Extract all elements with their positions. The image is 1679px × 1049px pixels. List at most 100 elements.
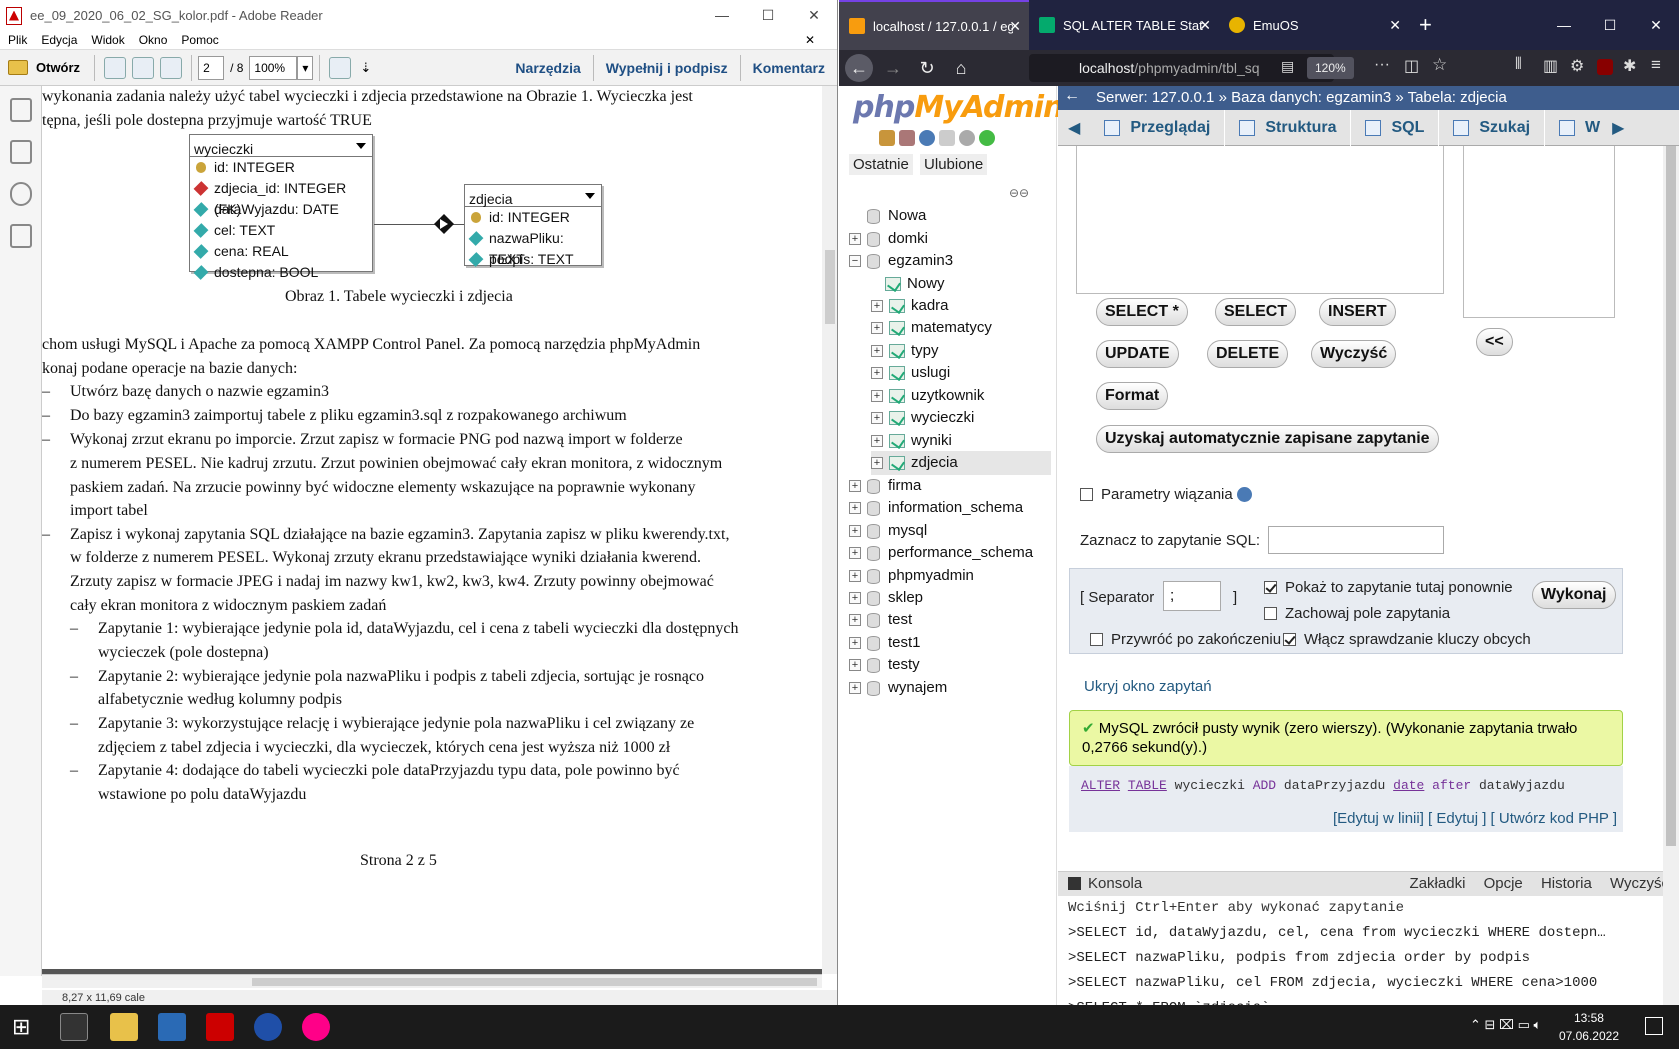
help-icon[interactable] <box>919 130 935 146</box>
attachments-icon[interactable] <box>10 182 32 206</box>
tree-db-domki[interactable]: + domki <box>849 227 928 251</box>
print-icon[interactable] <box>132 56 155 79</box>
xampp-icon[interactable] <box>302 1013 330 1041</box>
file-explorer-icon[interactable] <box>110 1013 138 1041</box>
console-entry[interactable]: >SELECT nazwaPliku, podpis from zdjecia … <box>1058 946 1679 971</box>
tab-close-icon[interactable]: ✕ <box>1009 18 1021 35</box>
go-button[interactable]: Wykonaj <box>1532 581 1616 609</box>
tree-db[interactable]: + testy <box>849 653 920 677</box>
terminal-icon[interactable] <box>60 1013 88 1041</box>
delete-button[interactable]: DELETE <box>1207 340 1289 368</box>
tree-db[interactable]: + sklep <box>849 586 923 610</box>
zoom-select[interactable]: 100% <box>249 55 298 80</box>
tree-db[interactable]: + firma <box>849 474 921 498</box>
sidebar-icon[interactable]: ▥ <box>1543 56 1558 76</box>
format-button[interactable]: Format <box>1096 382 1169 410</box>
minimize-button[interactable]: — <box>1541 0 1587 50</box>
tree-db[interactable]: + test <box>849 608 912 632</box>
tab-close-icon[interactable]: ✕ <box>1199 17 1211 34</box>
extension-icon[interactable]: ⚙ <box>1570 56 1584 76</box>
sign-icon[interactable] <box>160 56 183 79</box>
tab-sql[interactable]: SQL <box>1351 109 1440 146</box>
reader-view-icon[interactable]: ▤ <box>1281 58 1294 75</box>
bookmark-input[interactable] <box>1268 526 1444 554</box>
tree-table-selected[interactable]: + zdjecia <box>871 451 1051 475</box>
notifications-icon[interactable] <box>1645 1017 1663 1035</box>
reader-vertical-scrollbar[interactable] <box>822 86 837 974</box>
settings-icon[interactable] <box>959 130 975 146</box>
page-scrollbar[interactable] <box>1663 146 1679 1005</box>
columns-list[interactable] <box>1463 146 1615 318</box>
console-clear[interactable]: Wyczyść <box>1610 875 1669 892</box>
comment-button[interactable]: Komentarz <box>741 60 837 76</box>
tree-db[interactable]: + test1 <box>849 631 921 655</box>
tree-db[interactable]: + phpmyadmin <box>849 564 974 588</box>
zoom-dropdown-icon[interactable]: ▾ <box>297 55 314 80</box>
update-button[interactable]: UPDATE <box>1096 340 1179 368</box>
close-button[interactable]: ✕ <box>1633 0 1679 50</box>
windows-start-icon[interactable]: ⊞ <box>12 1013 40 1041</box>
adobe-reader-icon[interactable] <box>206 1013 234 1041</box>
tools-pane-button[interactable]: Narzędzia <box>503 60 592 76</box>
select-all-button[interactable]: SELECT * <box>1096 298 1188 326</box>
tree-table[interactable]: + matematycy <box>871 316 992 340</box>
insert-button[interactable]: INSERT <box>1319 298 1396 326</box>
home-icon[interactable] <box>879 130 895 146</box>
create-pdf-icon[interactable] <box>104 56 127 79</box>
tree-new-database[interactable]: Nowa <box>867 204 926 228</box>
separator-input[interactable]: ; <box>1163 581 1221 611</box>
puzzle-icon[interactable]: ✱ <box>1623 56 1636 76</box>
tree-table[interactable]: + typy <box>871 339 939 363</box>
console-entry[interactable]: >SELECT nazwaPliku, cel FROM zdjecia, wy… <box>1058 971 1679 996</box>
close-button[interactable]: ✕ <box>791 0 837 31</box>
toolbar-more-icon[interactable]: ⇣ <box>360 60 371 76</box>
insert-column-button[interactable]: << <box>1476 328 1513 356</box>
firefox-icon[interactable] <box>254 1013 282 1041</box>
tree-db-egzamin3[interactable]: − egzamin3 <box>849 249 953 273</box>
bind-params-option[interactable]: Parametry wiązania <box>1080 486 1252 503</box>
query-action-links[interactable]: [Edytuj w linii] [ Edytuj ] [ Utwórz kod… <box>1069 810 1623 832</box>
fill-sign-button[interactable]: Wypełnij i podpisz <box>594 60 740 76</box>
tab-close-icon[interactable]: ✕ <box>1389 17 1401 34</box>
favorites-tab[interactable]: Ulubione <box>920 154 988 175</box>
bookmark-star-icon[interactable]: ☆ <box>1432 55 1447 75</box>
tab-insert[interactable]: W <box>1545 110 1604 146</box>
bookmarks-icon[interactable] <box>10 140 32 164</box>
tab-phpmyadmin[interactable]: localhost / 127.0.0.1 / egz ✕ <box>839 0 1029 50</box>
tree-table[interactable]: + uzytkownik <box>871 384 984 408</box>
fit-page-icon[interactable] <box>329 56 352 79</box>
collapse-nav-icon[interactable]: ← <box>1064 87 1080 105</box>
zoom-level[interactable]: 120% <box>1307 57 1354 79</box>
get-autosaved-button[interactable]: Uzyskaj automatycznie zapisane zapytanie <box>1096 425 1439 453</box>
close-doc-icon[interactable]: ✕ <box>805 33 815 47</box>
menu-pomoc[interactable]: Pomoc <box>181 33 218 47</box>
menu-plik[interactable]: Plik <box>8 33 27 47</box>
tree-db[interactable]: + mysql <box>849 519 927 543</box>
tree-db[interactable]: + performance_schema <box>849 541 1033 565</box>
console-options[interactable]: Opcje <box>1484 875 1523 892</box>
rollback-option[interactable]: Przywróć po zakończeniu <box>1090 631 1281 648</box>
keep-query-option[interactable]: Zachowaj pole zapytania <box>1264 605 1450 622</box>
console-history[interactable]: Historia <box>1541 875 1592 892</box>
open-button[interactable]: Otwórz <box>0 60 88 75</box>
tree-db[interactable]: + information_schema <box>849 496 1023 520</box>
tabs-right-arrow-icon[interactable]: ▶ <box>1604 118 1632 138</box>
home-icon[interactable]: ⌂ <box>947 54 975 82</box>
breadcrumb[interactable]: Serwer: 127.0.0.1 » Baza danych: egzamin… <box>1058 86 1679 110</box>
forward-icon[interactable]: → <box>879 54 907 82</box>
show-again-option[interactable]: Pokaż to zapytanie tutaj ponownie <box>1264 579 1513 596</box>
tabs-left-arrow-icon[interactable]: ◀ <box>1058 118 1090 138</box>
layers-icon[interactable] <box>10 224 32 248</box>
tree-db[interactable]: + wynajem <box>849 676 947 700</box>
recent-tab[interactable]: Ostatnie <box>849 154 913 175</box>
tree-table[interactable]: + wyniki <box>871 429 952 453</box>
maximize-button[interactable]: ☐ <box>745 0 791 31</box>
clear-button[interactable]: Wyczyść <box>1311 340 1397 368</box>
back-icon[interactable]: ← <box>845 54 873 82</box>
tree-new-table[interactable]: Nowy <box>885 272 945 296</box>
tree-table[interactable]: + wycieczki <box>871 406 974 430</box>
fk-check-option[interactable]: Włącz sprawdzanie kluczy obcych <box>1283 631 1531 648</box>
tab-w3schools[interactable]: SQL ALTER TABLE Statem ✕ <box>1029 0 1219 50</box>
maximize-button[interactable]: ☐ <box>1587 0 1633 50</box>
new-tab-button[interactable]: + <box>1409 0 1442 50</box>
